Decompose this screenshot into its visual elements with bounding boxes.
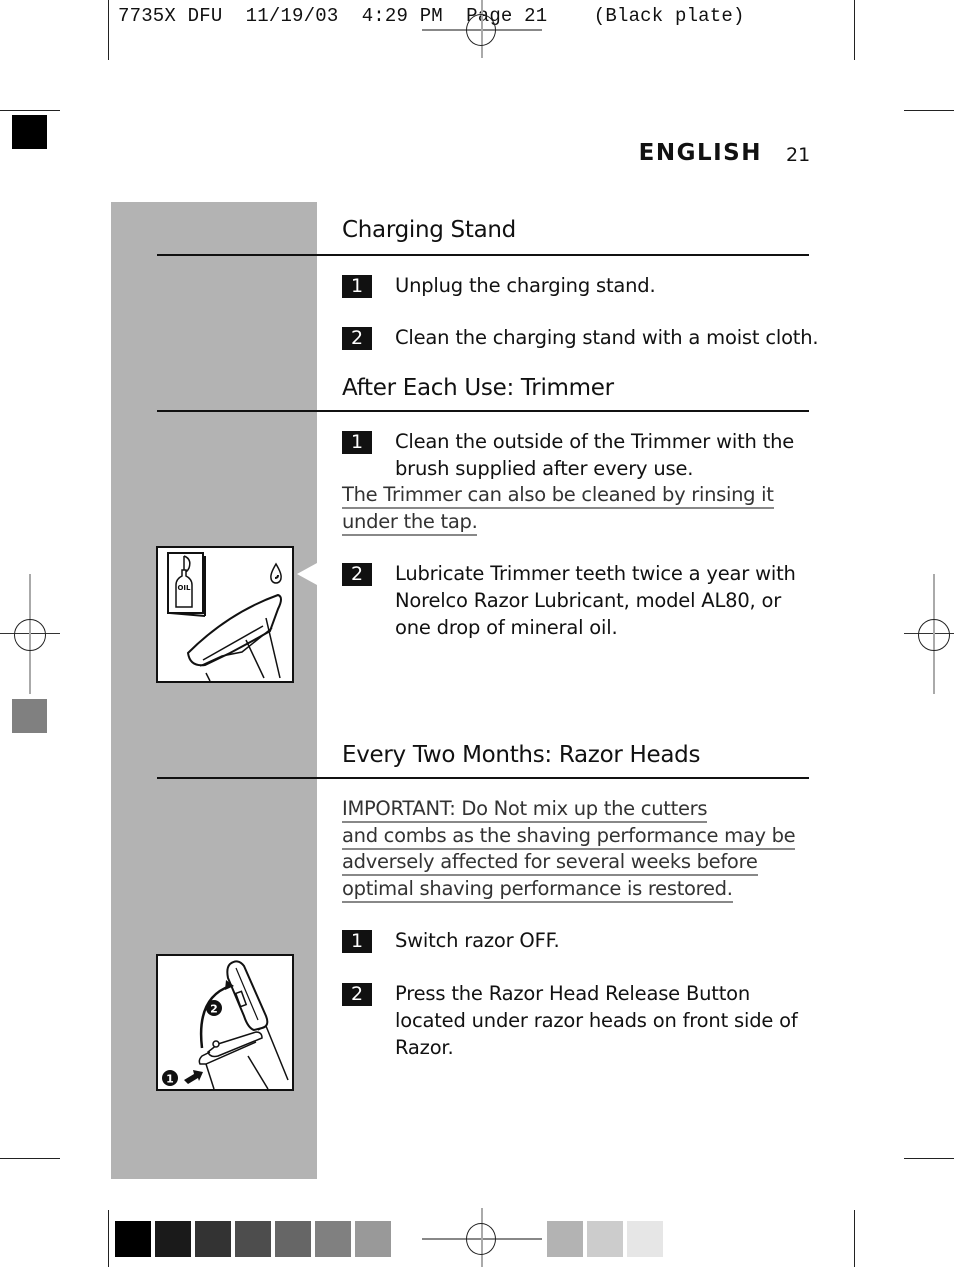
color-swatch: [587, 1221, 623, 1257]
section-title-razor-heads: Every Two Months: Razor Heads: [342, 742, 701, 768]
color-swatch: [547, 1221, 583, 1257]
razor-head-release-illustration: 2 1: [162, 960, 289, 1090]
step-number-badge: 2: [342, 563, 372, 586]
step-line: Norelco Razor Lubricant, model AL80, or: [395, 589, 782, 612]
step-line: one drop of mineral oil.: [395, 616, 618, 639]
step-number-badge: 1: [342, 431, 372, 454]
section-title-trimmer: After Each Use: Trimmer: [342, 375, 614, 401]
important-line: and combs as the shaving performance may…: [342, 824, 796, 850]
crop-mark: [854, 0, 855, 60]
step-number-badge: 2: [342, 327, 372, 350]
section-title-charging-stand: Charging Stand: [342, 217, 516, 243]
crop-mark: [854, 1210, 855, 1267]
crop-mark: [904, 110, 954, 111]
language-heading: ENGLISH: [638, 140, 762, 166]
color-swatch: [315, 1221, 351, 1257]
slug-date: 11/19/03: [245, 5, 339, 27]
print-slug: 7735X DFU 11/19/03 4:29 PM Page 21 (Blac…: [118, 5, 745, 27]
step-line: Razor.: [395, 1036, 454, 1059]
crop-mark: [0, 1158, 60, 1159]
color-swatch: [355, 1221, 391, 1257]
crop-mark: [0, 110, 60, 111]
registration-square-black: [12, 115, 47, 149]
color-swatch: [275, 1221, 311, 1257]
step-line: located under razor heads on front side …: [395, 1009, 798, 1032]
step-text: Unplug the charging stand.: [395, 274, 656, 297]
section-rule: [157, 777, 809, 779]
step-text: Clean the outside of the Trimmer with th…: [395, 428, 794, 482]
oil-label: OIL: [177, 584, 191, 592]
callout-1-label: 1: [166, 1073, 174, 1086]
step-text: Clean the charging stand with a moist cl…: [395, 326, 819, 349]
color-swatch: [155, 1221, 191, 1257]
important-line: IMPORTANT: Do Not mix up the cutters: [342, 797, 708, 823]
step-line: Press the Razor Head Release Button: [395, 982, 751, 1005]
step-number-badge: 1: [342, 275, 372, 298]
slug-job: 7735X DFU: [118, 5, 223, 27]
color-swatch: [195, 1221, 231, 1257]
step-line: Lubricate Trimmer teeth twice a year wit…: [395, 562, 796, 585]
trimmer-oil-figure: OIL: [156, 546, 294, 683]
color-swatch: [115, 1221, 151, 1257]
step-number-badge: 1: [342, 930, 372, 953]
note-line: The Trimmer can also be cleaned by rinsi…: [342, 483, 774, 509]
page-number: 21: [786, 144, 811, 166]
step-line: brush supplied after every use.: [395, 457, 694, 480]
callout-2-label: 2: [210, 1003, 218, 1016]
section-rule: [157, 254, 809, 256]
important-line: adversely affected for several weeks bef…: [342, 850, 758, 876]
color-swatch: [235, 1221, 271, 1257]
color-swatch: [627, 1221, 663, 1257]
figure-pointer: [297, 563, 317, 585]
note-line: under the tap.: [342, 510, 478, 536]
crop-mark: [108, 1210, 109, 1267]
razor-head-release-figure: 2 1: [156, 954, 294, 1091]
slug-time: 4:29 PM: [361, 5, 443, 27]
crop-mark: [108, 0, 109, 60]
crop-mark: [904, 1158, 954, 1159]
slug-plate: (Black plate): [593, 5, 745, 27]
registration-square-gray: [12, 699, 47, 733]
push-arrow-icon: [184, 1070, 203, 1084]
step-text: Lubricate Trimmer teeth twice a year wit…: [395, 560, 796, 641]
step-number-badge: 2: [342, 983, 372, 1006]
important-line: optimal shaving performance is restored.: [342, 877, 733, 903]
section-rule: [157, 410, 809, 412]
important-note: IMPORTANT: Do Not mix up the cutters and…: [342, 796, 796, 903]
oil-bottle-trimmer-illustration: OIL: [167, 552, 282, 682]
step-text: Switch razor OFF.: [395, 929, 560, 952]
step-line: Clean the outside of the Trimmer with th…: [395, 430, 795, 453]
trimmer-rinse-note: The Trimmer can also be cleaned by rinsi…: [342, 482, 774, 536]
step-text: Press the Razor Head Release Button loca…: [395, 980, 798, 1061]
